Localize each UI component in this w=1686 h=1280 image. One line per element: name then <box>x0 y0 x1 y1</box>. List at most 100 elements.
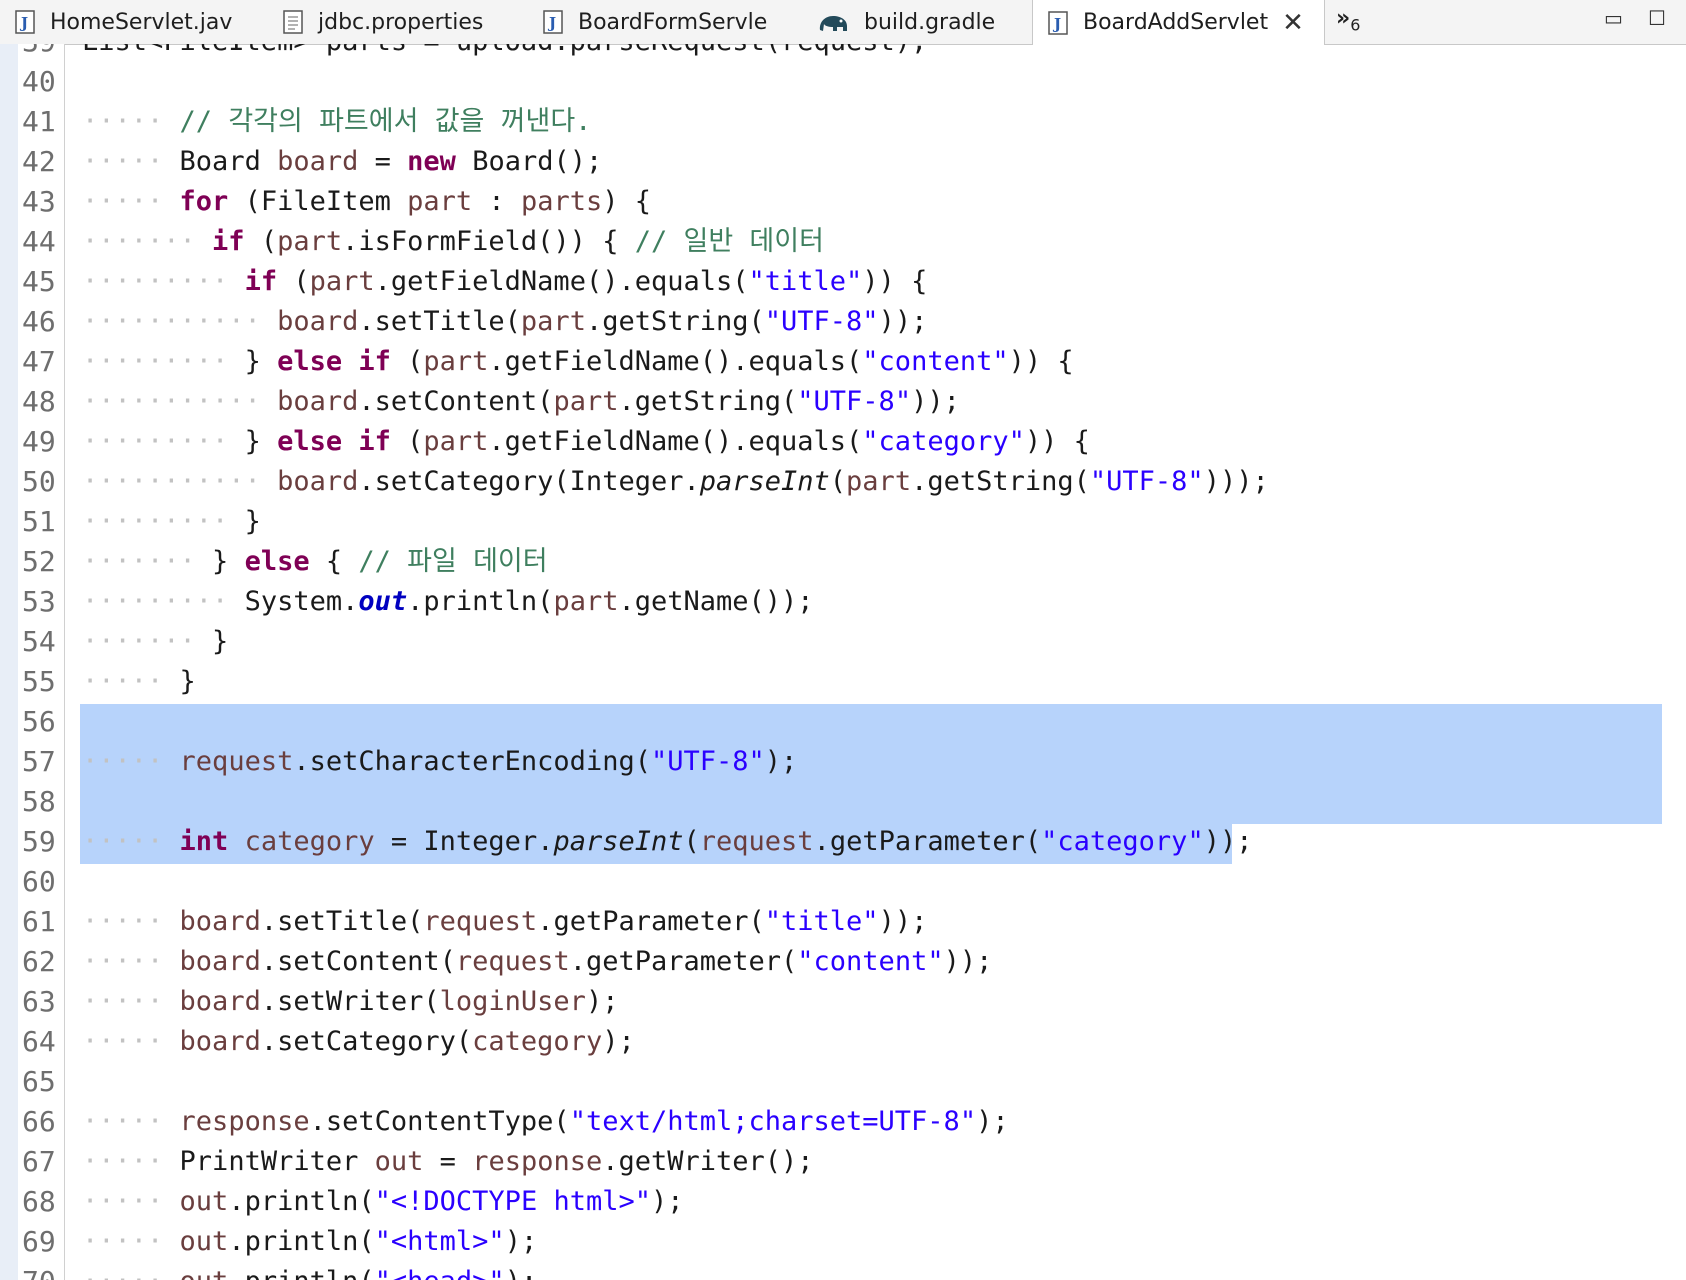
code-token: ····· <box>82 666 180 697</box>
code-editor[interactable]: 39 List<FileItem> parts = upload.parseReq… <box>0 44 1686 1280</box>
code-token: response <box>179 1106 310 1137</box>
tab-boardformservlet[interactable]: J BoardFormServle <box>542 0 767 44</box>
code-line[interactable]: 41 ····· // 각각의 파트에서 값을 꺼낸다. <box>0 102 1686 142</box>
code-line[interactable]: 52 ······· } else { // 파일 데이터 <box>0 542 1686 582</box>
code-line[interactable]: 54 ······· } <box>0 622 1686 662</box>
java-file-icon: J <box>542 9 564 35</box>
code-token: parts <box>520 186 603 217</box>
line-number: 63 <box>22 985 56 1018</box>
code-token: )) { <box>1008 346 1074 377</box>
tab-overflow-button[interactable]: »6 <box>1336 6 1360 34</box>
code-line[interactable]: 42 ····· Board board = new Board(); <box>0 142 1686 182</box>
code-line[interactable]: 51 ········· } <box>0 502 1686 542</box>
code-line[interactable]: 70 ····· out.println("<head>"); <box>0 1262 1686 1280</box>
code-line[interactable]: 61 ····· board.setTitle(request.getParame… <box>0 902 1686 942</box>
code-line[interactable]: 58 <box>0 782 1686 822</box>
code-line[interactable]: 43 ····· for (FileItem part : parts) { <box>0 182 1686 222</box>
close-tab-icon[interactable]: ✕ <box>1282 8 1304 38</box>
code-token: .setTitle( <box>260 906 424 937</box>
code-token: = <box>358 146 408 177</box>
code-line[interactable]: 62 ····· board.setContent(request.getPara… <box>0 942 1686 982</box>
code-line[interactable]: 65 <box>0 1062 1686 1102</box>
gradle-elephant-icon <box>816 9 850 35</box>
code-token: )) { <box>862 266 928 297</box>
code-line[interactable]: 45 ········· if (part.getFieldName().equa… <box>0 262 1686 302</box>
code-token: .println( <box>228 1266 374 1280</box>
line-number: 45 <box>22 265 56 298</box>
code-token: } <box>212 546 245 577</box>
code-line[interactable]: 60 <box>0 862 1686 902</box>
code-text: ····· PrintWriter out = response.getWrit… <box>82 1142 814 1182</box>
code-token: // 파일 데이터 <box>358 546 548 577</box>
tab-build-gradle[interactable]: build.gradle <box>816 0 995 44</box>
code-line[interactable]: 66 ····· response.setContentType("text/ht… <box>0 1102 1686 1142</box>
code-line[interactable]: 50 ··········· board.setCategory(Integer.… <box>0 462 1686 502</box>
minimize-icon[interactable]: ▭ <box>1604 6 1623 30</box>
code-line[interactable]: 55 ····· } <box>0 662 1686 702</box>
line-number: 52 <box>22 545 56 578</box>
code-text: List<FileItem> parts = upload.parseReque… <box>82 44 927 62</box>
code-text: ········· } else if (part.getFieldName()… <box>82 342 1074 382</box>
code-text: ····· out.println("<!DOCTYPE html>"); <box>82 1182 684 1222</box>
code-line[interactable]: 47 ········· } else if (part.getFieldName… <box>0 342 1686 382</box>
code-text: ··········· board.setCategory(Integer.pa… <box>82 462 1269 502</box>
code-text: ····· Board board = new Board(); <box>82 142 602 182</box>
code-token: { <box>309 546 359 577</box>
code-token: part <box>846 466 912 497</box>
code-text: ····· board.setWriter(loginUser); <box>82 982 618 1022</box>
code-token: // 일반 데이터 <box>634 226 824 257</box>
tab-boardaddservlet[interactable]: J BoardAddServlet ✕ <box>1032 0 1325 45</box>
code-line[interactable]: 44 ······· if (part.isFormField()) { // 일… <box>0 222 1686 262</box>
code-token: .setWriter( <box>260 986 440 1017</box>
code-token: "UTF-8" <box>650 746 765 777</box>
line-number: 64 <box>22 1025 56 1058</box>
code-line[interactable]: 56 <box>0 702 1686 742</box>
code-token: ( <box>390 426 424 457</box>
code-line[interactable]: 46 ··········· board.setTitle(part.getStr… <box>0 302 1686 342</box>
maximize-icon[interactable]: ☐ <box>1648 6 1666 30</box>
code-token: } <box>244 506 261 537</box>
code-line[interactable]: 68 ····· out.println("<!DOCTYPE html>"); <box>0 1182 1686 1222</box>
code-token: .setCharacterEncoding( <box>293 746 651 777</box>
code-line[interactable]: 57 ····· request.setCharacterEncoding("UT… <box>0 742 1686 782</box>
code-token: "title" <box>748 266 863 297</box>
code-line[interactable]: 64 ····· board.setCategory(category); <box>0 1022 1686 1062</box>
code-line[interactable]: 67 ····· PrintWriter out = response.getWr… <box>0 1142 1686 1182</box>
code-token: ····· <box>82 986 180 1017</box>
code-token: } <box>244 346 278 377</box>
code-token: ········· <box>82 586 245 617</box>
code-token: ····· <box>82 1266 180 1280</box>
code-token: ······· <box>82 226 213 257</box>
code-token: part <box>277 226 343 257</box>
code-token: .setContent( <box>260 946 456 977</box>
line-number: 67 <box>22 1145 56 1178</box>
code-token: ····· <box>82 1026 180 1057</box>
line-number: 61 <box>22 905 56 938</box>
code-token: .getString( <box>618 386 798 417</box>
code-line[interactable]: 63 ····· board.setWriter(loginUser); <box>0 982 1686 1022</box>
tab-homeservlet[interactable]: J HomeServlet.jav <box>14 0 232 44</box>
chevron-double-right-icon: » <box>1336 6 1351 31</box>
line-number: 66 <box>22 1105 56 1138</box>
code-token: part <box>553 386 619 417</box>
code-token: ))); <box>1203 466 1269 497</box>
code-line[interactable]: 59 ····· int category = Integer.parseInt(… <box>0 822 1686 862</box>
code-line[interactable]: 53 ········· System.out.println(part.getN… <box>0 582 1686 622</box>
code-text: ····· out.println("<html>"); <box>82 1222 537 1262</box>
code-token: System. <box>244 586 359 617</box>
code-token: ); <box>650 1186 684 1217</box>
code-token: ····· <box>82 1146 180 1177</box>
code-line[interactable]: 48 ··········· board.setContent(part.getS… <box>0 382 1686 422</box>
code-token: Board <box>179 146 278 177</box>
code-token: ); <box>505 1266 538 1280</box>
code-line[interactable]: 49 ········· } else if (part.getFieldName… <box>0 422 1686 462</box>
tab-jdbc-properties[interactable]: jdbc.properties <box>282 0 483 44</box>
code-line[interactable]: 39 List<FileItem> parts = upload.parseReq… <box>0 44 1686 62</box>
code-token: ····· <box>82 1226 180 1257</box>
code-token: ); <box>976 1106 1009 1137</box>
code-line[interactable]: 69 ····· out.println("<html>"); <box>0 1222 1686 1262</box>
line-number: 58 <box>22 785 56 818</box>
code-token: part <box>407 186 473 217</box>
code-line[interactable]: 40 <box>0 62 1686 102</box>
code-token: ····· <box>82 746 180 777</box>
